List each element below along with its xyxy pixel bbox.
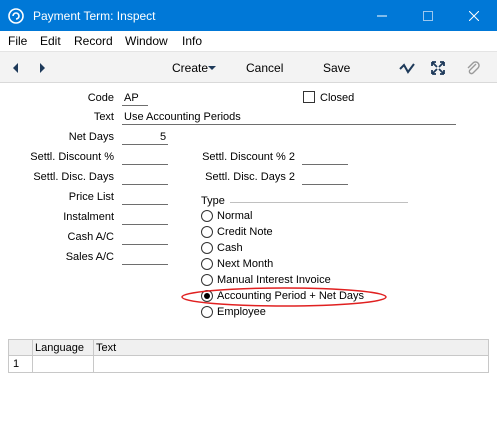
close-button[interactable] [451,0,497,31]
grid-row-number: 1 [13,358,20,370]
minimize-icon [377,15,387,16]
code-field[interactable] [122,105,148,106]
radio-normal-label: Normal [217,210,253,222]
menu-file[interactable]: File [8,34,27,48]
title-bar[interactable]: Payment Term: Inspect [0,0,497,31]
net-days-value[interactable]: 5 [160,131,166,143]
radio-next-month-label: Next Month [217,258,274,270]
settl-disc-days2-field[interactable] [302,184,348,185]
closed-checkbox[interactable] [303,91,315,103]
settl-disc-days-label: Settl. Disc. Days [33,171,114,183]
text-value[interactable]: Use Accounting Periods [124,111,241,123]
closed-label: Closed [320,92,355,104]
menu-record[interactable]: Record [74,34,113,48]
app-logo-icon [8,8,24,24]
radio-credit-note[interactable] [201,226,213,238]
radio-cash[interactable] [201,242,213,254]
cash-ac-field[interactable] [122,244,168,245]
radio-next-month[interactable] [201,258,213,270]
price-list-field[interactable] [122,204,168,205]
cancel-button[interactable]: Cancel [246,61,283,75]
grid-header: Language Text [9,340,488,356]
settl-disc-days-field[interactable] [122,184,168,185]
grid-col-text[interactable]: Text [96,342,116,354]
highlight-ellipse [181,287,387,307]
attachment-icon[interactable] [465,60,481,76]
radio-manual-interest-invoice-label: Manual Interest Invoice [217,274,331,286]
price-list-label: Price List [68,191,114,203]
language-text-grid[interactable]: Language Text 1 [8,339,489,373]
cash-ac-label: Cash A/C [67,231,114,243]
menu-bar: File Edit Record Window Info [0,31,497,51]
text-label: Text [93,111,114,123]
instalment-label: Instalment [63,211,114,223]
radio-cash-label: Cash [217,242,243,254]
create-dropdown-icon[interactable] [206,62,218,74]
radio-credit-note-label: Credit Note [217,226,273,238]
close-icon [469,10,479,21]
type-label: Type [201,195,225,207]
form-area: Code AP Closed Text Use Accounting Perio… [0,84,497,338]
settl-discount2-label: Settl. Discount % 2 [202,151,295,163]
settl-discount-label: Settl. Discount % [30,151,114,163]
text-field[interactable] [122,124,456,125]
next-record-icon[interactable] [34,60,50,76]
expand-icon[interactable] [430,60,446,76]
type-group-divider [230,202,408,203]
settl-discount2-field[interactable] [302,164,348,165]
code-value[interactable]: AP [124,92,139,104]
maximize-icon [423,10,433,21]
code-label: Code [87,92,114,104]
grid-col-language[interactable]: Language [35,342,84,354]
toolbar: Create Cancel Save [0,51,497,83]
radio-normal[interactable] [201,210,213,222]
instalment-field[interactable] [122,224,168,225]
table-row[interactable]: 1 [9,356,488,372]
net-days-field[interactable] [122,144,168,145]
menu-window[interactable]: Window [125,34,168,48]
settl-disc-days2-label: Settl. Disc. Days 2 [205,171,295,183]
sales-ac-field[interactable] [122,264,168,265]
window-title: Payment Term: Inspect [33,9,156,23]
settl-discount-field[interactable] [122,164,168,165]
net-days-label: Net Days [68,131,114,143]
activity-icon[interactable] [399,60,415,76]
maximize-button[interactable] [405,0,451,31]
radio-manual-interest-invoice[interactable] [201,274,213,286]
previous-record-icon[interactable] [8,60,24,76]
sales-ac-label: Sales A/C [65,251,114,263]
menu-edit[interactable]: Edit [40,34,61,48]
minimize-button[interactable] [359,0,405,31]
create-button[interactable]: Create [172,61,208,75]
menu-info[interactable]: Info [182,34,202,48]
save-button[interactable]: Save [323,61,350,75]
